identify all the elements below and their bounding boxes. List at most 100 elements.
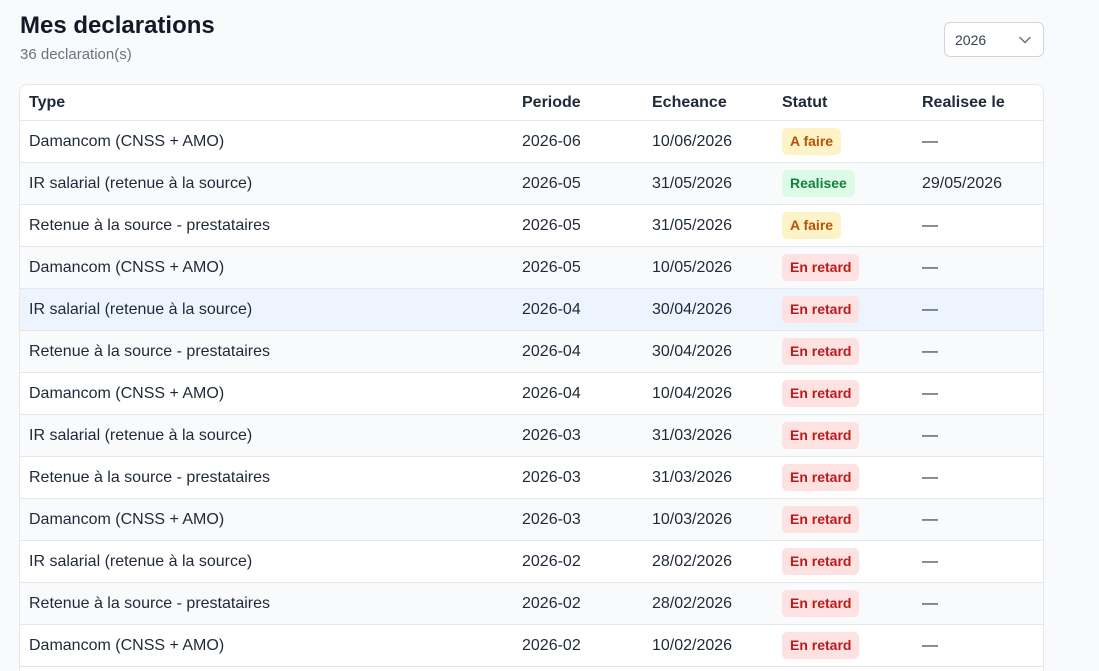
cell-echeance: 31/03/2026 [652,426,733,444]
table-row[interactable]: IR salarial (retenue à la source) 2026-02… [20,541,1043,583]
cell-type: IR salarial (retenue à la source) [29,174,253,192]
status-badge: En retard [782,548,860,575]
column-header-echeance[interactable]: Echeance [652,94,727,112]
cell-statut: En retard [782,422,860,449]
cell-realisee: — [922,300,938,318]
cell-realisee: — [922,552,938,570]
cell-periode: 2026-03 [522,468,581,486]
cell-periode: 2026-02 [522,594,581,612]
year-select[interactable]: 2026 [944,22,1044,57]
cell-type: Retenue à la source - prestataires [29,342,271,360]
table-row[interactable]: Retenue à la source - prestataires 2026-0… [20,331,1043,373]
cell-echeance: 31/05/2026 [652,174,733,192]
table-row[interactable]: IR salarial (retenue à la source) 2026-03… [20,415,1043,457]
table-row[interactable]: Damancom (CNSS + AMO) 2026-06 10/06/2026 A … [20,121,1043,163]
table-row[interactable]: IR salarial (retenue à la source) 2026-05… [20,163,1043,205]
cell-statut: A faire [782,212,842,239]
status-badge: A faire [782,128,842,155]
chevron-down-icon [1019,36,1031,43]
status-badge: Realisee [782,170,855,197]
cell-periode: 2026-04 [522,384,581,402]
cell-statut: Realisee [782,170,855,197]
table-header: Type Periode Echeance Statut Realisee le [20,85,1043,121]
cell-type: Damancom (CNSS + AMO) [29,510,225,528]
cell-type: Damancom (CNSS + AMO) [29,258,225,276]
cell-echeance: 10/06/2026 [652,132,733,150]
cell-echeance: 31/03/2026 [652,468,733,486]
cell-realisee: — [922,132,938,150]
cell-type: IR salarial (retenue à la source) [29,426,253,444]
cell-type: Damancom (CNSS + AMO) [29,636,225,654]
page-title: Mes declarations [20,12,215,39]
cell-echeance: 10/03/2026 [652,510,733,528]
cell-realisee: 29/05/2026 [922,174,1003,192]
table-row[interactable]: Damancom (CNSS + AMO) 2026-03 10/03/2026 En… [20,499,1043,541]
status-badge: En retard [782,338,860,365]
status-badge: En retard [782,632,860,659]
year-select-value: 2026 [955,31,987,48]
status-badge: En retard [782,254,860,281]
cell-periode: 2026-05 [522,258,581,276]
cell-statut: En retard [782,590,860,617]
table-row[interactable]: Retenue à la source - prestataires 2026-0… [20,205,1043,247]
cell-periode: 2026-05 [522,174,581,192]
cell-periode: 2026-02 [522,552,581,570]
page: Mes declarations 36 declaration(s) 2026 … [0,0,1099,671]
status-badge: En retard [782,422,860,449]
cell-realisee: — [922,384,938,402]
column-header-statut[interactable]: Statut [782,94,827,112]
cell-realisee: — [922,594,938,612]
cell-realisee: — [922,468,938,486]
declarations-table: Type Periode Echeance Statut Realisee le… [19,84,1044,671]
table-row[interactable]: Damancom (CNSS + AMO) 2026-04 10/04/2026 En… [20,373,1043,415]
status-badge: En retard [782,506,860,533]
cell-type: IR salarial (retenue à la source) [29,300,253,318]
cell-periode: 2026-02 [522,636,581,654]
cell-realisee: — [922,342,938,360]
status-badge: En retard [782,464,860,491]
status-badge: En retard [782,296,860,323]
cell-periode: 2026-05 [522,216,581,234]
cell-statut: A faire [782,128,842,155]
status-badge: A faire [782,212,842,239]
table-body: Damancom (CNSS + AMO) 2026-06 10/06/2026 A … [20,121,1043,667]
cell-statut: En retard [782,632,860,659]
cell-statut: En retard [782,380,860,407]
cell-echeance: 10/02/2026 [652,636,733,654]
cell-echeance: 10/04/2026 [652,384,733,402]
column-header-periode[interactable]: Periode [522,94,581,112]
table-row[interactable]: Retenue à la source - prestataires 2026-0… [20,457,1043,499]
cell-echeance: 10/05/2026 [652,258,733,276]
table-row[interactable]: Retenue à la source - prestataires 2026-0… [20,583,1043,625]
page-header: Mes declarations 36 declaration(s) [20,12,215,63]
cell-type: IR salarial (retenue à la source) [29,552,253,570]
cell-echeance: 31/05/2026 [652,216,733,234]
cell-statut: En retard [782,548,860,575]
cell-periode: 2026-04 [522,342,581,360]
column-header-type[interactable]: Type [29,94,65,112]
status-badge: En retard [782,380,860,407]
cell-realisee: — [922,510,938,528]
cell-statut: En retard [782,254,860,281]
cell-periode: 2026-06 [522,132,581,150]
cell-echeance: 28/02/2026 [652,594,733,612]
cell-statut: En retard [782,296,860,323]
cell-echeance: 30/04/2026 [652,342,733,360]
cell-type: Retenue à la source - prestataires [29,216,271,234]
cell-statut: En retard [782,506,860,533]
cell-realisee: — [922,636,938,654]
cell-periode: 2026-03 [522,510,581,528]
cell-realisee: — [922,426,938,444]
cell-type: Retenue à la source - prestataires [29,468,271,486]
column-header-realisee[interactable]: Realisee le [922,94,1005,112]
declaration-count: 36 declaration(s) [20,46,132,63]
cell-periode: 2026-03 [522,426,581,444]
cell-echeance: 30/04/2026 [652,300,733,318]
cell-type: Damancom (CNSS + AMO) [29,384,225,402]
table-row[interactable]: Damancom (CNSS + AMO) 2026-05 10/05/2026 En… [20,247,1043,289]
cell-echeance: 28/02/2026 [652,552,733,570]
cell-realisee: — [922,216,938,234]
table-row[interactable]: Damancom (CNSS + AMO) 2026-02 10/02/2026 En… [20,625,1043,667]
cell-statut: En retard [782,464,860,491]
table-row[interactable]: IR salarial (retenue à la source) 2026-04… [20,289,1043,331]
